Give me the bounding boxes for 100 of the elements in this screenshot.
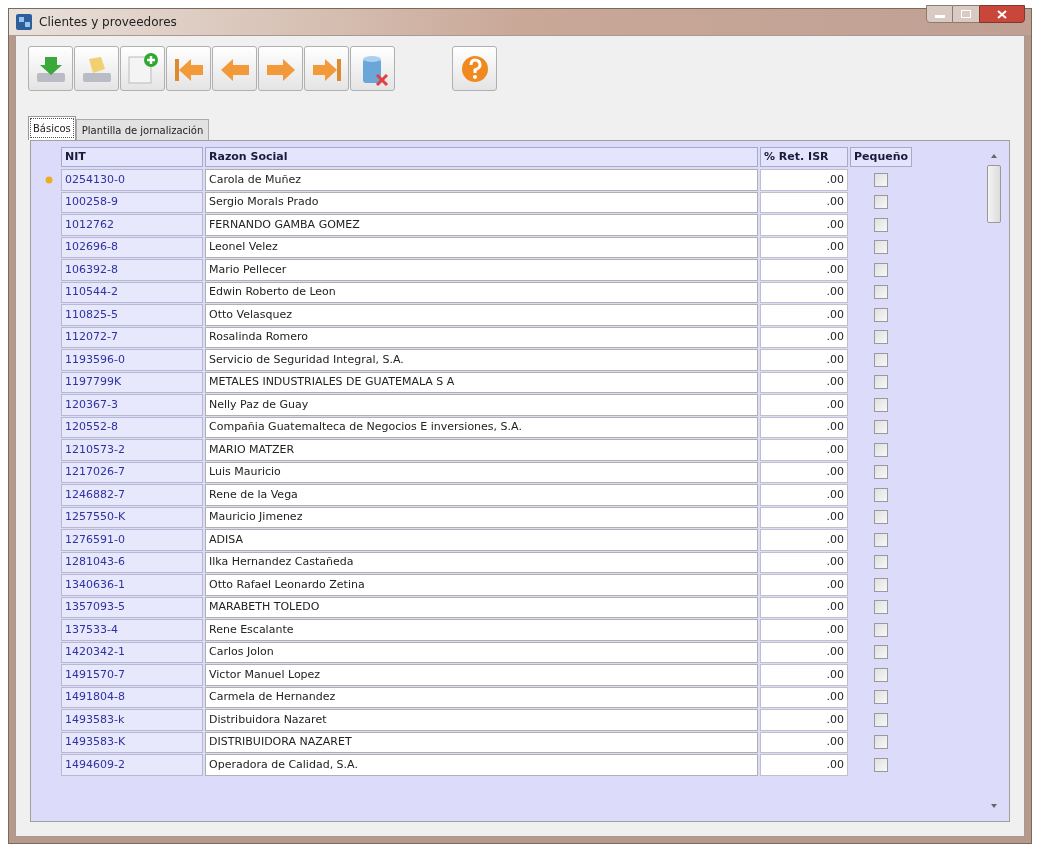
table-cell: 1493583-k — [61, 709, 203, 731]
table-cell: Ilka Hernandez Castañeda — [205, 551, 758, 573]
close-button[interactable] — [979, 5, 1025, 23]
table-cell: 1210573-2 — [61, 439, 203, 461]
checkbox[interactable] — [874, 532, 888, 547]
toolbar-button[interactable] — [304, 46, 349, 91]
table-cell: .00 — [760, 484, 848, 506]
checkbox[interactable] — [874, 600, 888, 615]
table-cell: 0254130-0 — [61, 169, 203, 191]
checkbox[interactable] — [874, 397, 888, 412]
toolbar-button[interactable] — [28, 46, 73, 91]
table-cell: Luis Mauricio — [205, 461, 758, 483]
checkbox[interactable] — [874, 667, 888, 682]
toolbar-button[interactable] — [452, 46, 497, 91]
close-icon — [997, 9, 1007, 19]
scroll-up-icon[interactable] — [990, 153, 998, 159]
table-cell: Nelly Paz de Guay — [205, 394, 758, 416]
checkbox[interactable] — [874, 195, 888, 210]
table-cell: Mauricio Jimenez — [205, 506, 758, 528]
scroll-down-icon[interactable] — [990, 803, 998, 809]
checkbox[interactable] — [874, 172, 888, 187]
checkbox[interactable] — [874, 442, 888, 457]
table-cell: Leonel Velez — [205, 236, 758, 258]
table-cell: 1420342-1 — [61, 641, 203, 663]
checkbox[interactable] — [874, 712, 888, 727]
table-cell: .00 — [760, 596, 848, 618]
table-cell: .00 — [760, 281, 848, 303]
checkbox[interactable] — [874, 510, 888, 525]
table-cell: Carlos Jolon — [205, 641, 758, 663]
table-cell: Carmela de Hernandez — [205, 686, 758, 708]
toolbar-button[interactable] — [350, 46, 395, 91]
table-cell: .00 — [760, 259, 848, 281]
checkbox[interactable] — [874, 690, 888, 705]
table-cell: .00 — [760, 169, 848, 191]
checkbox[interactable] — [874, 262, 888, 277]
table-cell: Otto Velasquez — [205, 304, 758, 326]
column-header[interactable]: % Ret. ISR — [760, 147, 848, 167]
minimize-icon — [934, 15, 945, 18]
table-cell: .00 — [760, 551, 848, 573]
maximize-button[interactable] — [953, 5, 979, 23]
table-cell: 106392-8 — [61, 259, 203, 281]
table-cell: .00 — [760, 416, 848, 438]
table-cell: Sergio Morals Prado — [205, 191, 758, 213]
maximize-icon — [961, 10, 971, 18]
toolbar-button[interactable] — [258, 46, 303, 91]
table-cell: 1493583-K — [61, 731, 203, 753]
checkbox[interactable] — [874, 420, 888, 435]
table-cell: 110825-5 — [61, 304, 203, 326]
table-cell: .00 — [760, 304, 848, 326]
table-cell: .00 — [760, 686, 848, 708]
checkbox[interactable] — [874, 285, 888, 300]
toolbar-button[interactable] — [212, 46, 257, 91]
tab[interactable]: Básicos — [28, 116, 76, 140]
table-cell: FERNANDO GAMBA GOMEZ — [205, 214, 758, 236]
table-cell: .00 — [760, 214, 848, 236]
scroll-thumb[interactable] — [987, 165, 1001, 223]
checkbox[interactable] — [874, 465, 888, 480]
checkbox[interactable] — [874, 240, 888, 255]
checkbox[interactable] — [874, 735, 888, 750]
table-cell: 120552-8 — [61, 416, 203, 438]
table-cell: METALES INDUSTRIALES DE GUATEMALA S A — [205, 371, 758, 393]
table-cell: 1491570-7 — [61, 664, 203, 686]
toolbar-button[interactable] — [120, 46, 165, 91]
checkbox[interactable] — [874, 487, 888, 502]
table-cell: .00 — [760, 529, 848, 551]
table-cell: Mario Pellecer — [205, 259, 758, 281]
checkbox[interactable] — [874, 217, 888, 232]
table-cell: 1276591-0 — [61, 529, 203, 551]
checkbox[interactable] — [874, 577, 888, 592]
table-cell: 1012762 — [61, 214, 203, 236]
tab[interactable]: Plantilla de jornalización — [75, 119, 210, 140]
table-cell: .00 — [760, 619, 848, 641]
table-cell: .00 — [760, 754, 848, 776]
toolbar-button[interactable] — [166, 46, 211, 91]
checkbox[interactable] — [874, 352, 888, 367]
table-cell: Compañia Guatemalteca de Negocios E inversiones, S.A. — [205, 416, 758, 438]
column-header[interactable]: NIT — [61, 147, 203, 167]
table-cell: 1281043-6 — [61, 551, 203, 573]
table-cell: .00 — [760, 439, 848, 461]
table-cell: 1357093-5 — [61, 596, 203, 618]
table-cell: 100258-9 — [61, 191, 203, 213]
table-cell: .00 — [760, 326, 848, 348]
table-cell: DISTRIBUIDORA NAZARET — [205, 731, 758, 753]
column-header[interactable]: Pequeño — [850, 147, 912, 167]
table-cell: .00 — [760, 641, 848, 663]
checkbox[interactable] — [874, 555, 888, 570]
column-header[interactable]: Razon Social — [205, 147, 758, 167]
minimize-button[interactable] — [926, 5, 953, 23]
checkbox[interactable] — [874, 307, 888, 322]
checkbox[interactable] — [874, 622, 888, 637]
checkbox[interactable] — [874, 645, 888, 660]
table-cell: Operadora de Calidad, S.A. — [205, 754, 758, 776]
checkbox[interactable] — [874, 757, 888, 772]
table-cell: 137533-4 — [61, 619, 203, 641]
table-cell: 1217026-7 — [61, 461, 203, 483]
table-cell: 1197799K — [61, 371, 203, 393]
checkbox[interactable] — [874, 375, 888, 390]
checkbox[interactable] — [874, 330, 888, 345]
table-cell: 1193596-0 — [61, 349, 203, 371]
toolbar-button[interactable] — [74, 46, 119, 91]
